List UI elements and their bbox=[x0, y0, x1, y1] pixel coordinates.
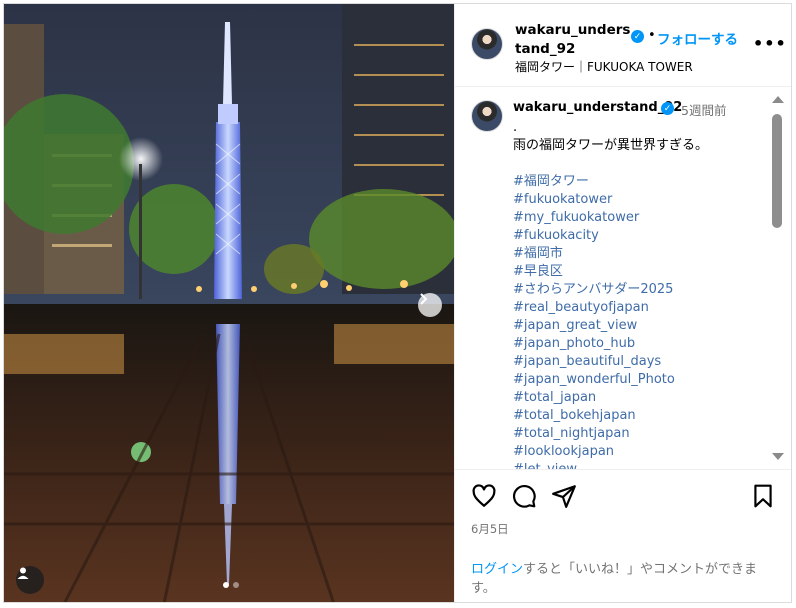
chevron-right-icon bbox=[420, 293, 428, 305]
caption-avatar[interactable] bbox=[471, 100, 503, 132]
post-side-panel: wakaru_understand_92 ✓ • フォローする ••• 福岡タワ… bbox=[454, 4, 791, 602]
scroll-down-icon[interactable] bbox=[772, 453, 784, 460]
caption-text: . 雨の福岡タワーが異世界すぎる。 #福岡タワー #fukuokatower #my_f… bbox=[513, 119, 763, 469]
hashtag-link[interactable]: #total_bokehjapan bbox=[513, 407, 763, 425]
hashtag-link[interactable]: #japan_wonderful_Photo bbox=[513, 371, 763, 389]
hashtag-link[interactable]: #fukuokacity bbox=[513, 227, 763, 245]
login-prompt: ログインすると「いいね！」やコメントができます。 bbox=[471, 560, 771, 598]
hashtag-link[interactable]: #total_nightjapan bbox=[513, 425, 763, 443]
avatar[interactable] bbox=[471, 28, 503, 60]
hashtag-link[interactable]: #looklookjapan bbox=[513, 443, 763, 461]
scroll-up-icon[interactable] bbox=[772, 96, 784, 103]
share-icon bbox=[552, 485, 576, 508]
post-header: wakaru_understand_92 ✓ • フォローする ••• 福岡タワ… bbox=[455, 4, 791, 87]
separator-dot: • bbox=[648, 28, 656, 43]
heart-icon bbox=[472, 484, 496, 507]
post-dialog: wakaru_understand_92 ✓ • フォローする ••• 福岡タワ… bbox=[3, 3, 792, 603]
hashtag-link[interactable]: #japan_beautiful_days bbox=[513, 353, 763, 371]
action-bar: 6月5日 ログインすると「いいね！」やコメントができます。 bbox=[455, 469, 791, 602]
comment-icon bbox=[513, 485, 536, 508]
hashtag-link[interactable]: #total_japan bbox=[513, 389, 763, 407]
login-link[interactable]: ログイン bbox=[471, 562, 523, 577]
bookmark-icon bbox=[754, 484, 772, 508]
hashtag-link[interactable]: #my_fukuokatower bbox=[513, 209, 763, 227]
slide-indicator bbox=[223, 582, 239, 588]
next-slide-button[interactable] bbox=[418, 293, 442, 317]
scrollbar-thumb[interactable] bbox=[772, 114, 782, 228]
hashtag-link[interactable]: #japan_great_view bbox=[513, 317, 763, 335]
fukuoka-tower-photo bbox=[4, 4, 454, 602]
caption-line bbox=[513, 155, 763, 173]
location-link[interactable]: 福岡タワー｜FUKUOKA TOWER bbox=[515, 58, 693, 75]
post-date[interactable]: 6月5日 bbox=[471, 521, 509, 537]
hashtag-link[interactable]: #real_beautyofjapan bbox=[513, 299, 763, 317]
slide-dot-active bbox=[223, 582, 229, 588]
person-icon bbox=[17, 567, 29, 579]
hashtag-link[interactable]: #let_view bbox=[513, 461, 763, 469]
hashtag-link[interactable]: #fukuokatower bbox=[513, 191, 763, 209]
slide-dot bbox=[233, 582, 239, 588]
save-button[interactable] bbox=[750, 483, 776, 509]
caption-line: . bbox=[513, 120, 518, 135]
caption-username[interactable]: wakaru_understand_92 bbox=[513, 100, 682, 115]
like-button[interactable] bbox=[471, 483, 497, 509]
comment-button[interactable] bbox=[511, 483, 537, 509]
more-options-icon[interactable]: ••• bbox=[753, 34, 787, 53]
caption-line: 雨の福岡タワーが異世界すぎる。 bbox=[513, 138, 709, 153]
hashtag-link[interactable]: #早良区 bbox=[513, 263, 763, 281]
share-button[interactable] bbox=[551, 483, 577, 509]
hashtag-link[interactable]: #福岡市 bbox=[513, 245, 763, 263]
post-photo[interactable] bbox=[4, 4, 454, 602]
scrollbar[interactable] bbox=[768, 87, 785, 469]
hashtag-link[interactable]: #japan_photo_hub bbox=[513, 335, 763, 353]
verified-badge-icon: ✓ bbox=[631, 30, 644, 43]
verified-badge-icon: ✓ bbox=[661, 102, 674, 115]
caption-area: wakaru_understand_92 ✓ 5週間前 . 雨の福岡タワーが異世界… bbox=[455, 87, 791, 469]
tagged-users-button[interactable] bbox=[16, 566, 44, 594]
header-username[interactable]: wakaru_understand_92 bbox=[515, 21, 635, 59]
follow-button[interactable]: フォローする bbox=[657, 28, 738, 48]
post-time[interactable]: 5週間前 bbox=[681, 100, 726, 119]
hashtag-link[interactable]: #福岡タワー bbox=[513, 173, 763, 191]
hashtag-link[interactable]: #さわらアンバサダー2025 bbox=[513, 281, 763, 299]
